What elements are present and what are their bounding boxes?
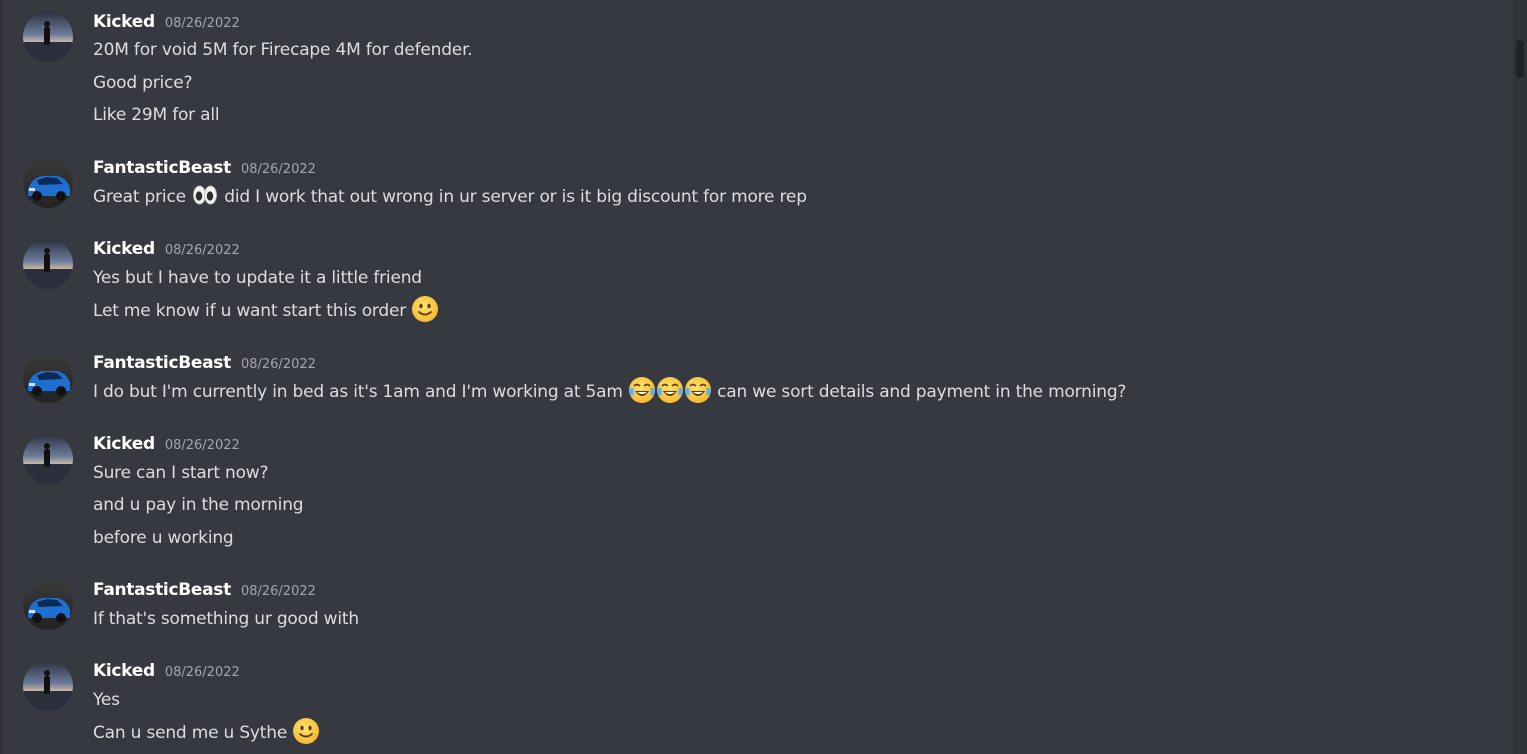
timestamp: 08/26/2022 [164, 665, 240, 680]
username[interactable]: Kicked [93, 661, 155, 681]
message-header: FantasticBeast 08/26/2022 [93, 158, 316, 182]
slightly-smiling-face-emoji[interactable] [292, 717, 320, 745]
message-text: and u pay in the morning [93, 495, 304, 515]
message-header: FantasticBeast 08/26/2022 [93, 580, 316, 604]
message-text-segment: can we sort details and payment in the m… [711, 382, 1127, 402]
timestamp: 08/26/2022 [164, 16, 240, 31]
username[interactable]: FantasticBeast [93, 158, 231, 178]
message-text: Like 29M for all [93, 105, 220, 125]
message-text-segment: Can u send me u Sythe [93, 723, 293, 743]
message-header: Kicked 08/26/2022 [93, 661, 240, 685]
silhouette-sunset-avatar[interactable] [23, 434, 73, 484]
message-text: I do but I'm currently in bed as it's 1a… [93, 376, 1127, 406]
username[interactable]: Kicked [93, 12, 155, 32]
blue-car-avatar[interactable] [23, 158, 73, 208]
blue-car-avatar[interactable] [23, 580, 73, 630]
message-text: Great price did I work that out wrong in… [93, 183, 807, 211]
message-text-segment: Great price [93, 187, 192, 207]
username[interactable]: Kicked [93, 239, 155, 259]
message-text: 20M for void 5M for Firecape 4M for defe… [93, 40, 473, 60]
message-text: Yes [93, 690, 120, 710]
timestamp: 08/26/2022 [240, 162, 316, 177]
message-header: Kicked 08/26/2022 [93, 12, 240, 36]
message-text: before u working [93, 528, 234, 548]
silhouette-sunset-avatar[interactable] [23, 239, 73, 289]
message-text-segment: I do but I'm currently in bed as it's 1a… [93, 382, 628, 402]
message-header: FantasticBeast 08/26/2022 [93, 353, 316, 377]
message-header: Kicked 08/26/2022 [93, 239, 240, 263]
panel-edge [0, 0, 3, 754]
username[interactable]: FantasticBeast [93, 353, 231, 373]
message-text: If that's something ur good with [93, 609, 359, 629]
message-text: Good price? [93, 73, 193, 93]
timestamp: 08/26/2022 [164, 243, 240, 258]
slightly-smiling-face-emoji[interactable] [411, 295, 439, 323]
timestamp: 08/26/2022 [240, 584, 316, 599]
silhouette-sunset-avatar[interactable] [23, 661, 73, 711]
scrollbar-track[interactable] [1513, 0, 1527, 754]
timestamp: 08/26/2022 [164, 438, 240, 453]
message-text: Sure can I start now? [93, 463, 269, 483]
message-header: Kicked 08/26/2022 [93, 434, 240, 458]
timestamp: 08/26/2022 [240, 357, 316, 372]
silhouette-sunset-avatar[interactable] [23, 12, 73, 62]
message-text-segment: did I work that out wrong in ur server o… [219, 187, 807, 207]
username[interactable]: FantasticBeast [93, 580, 231, 600]
message-text: Yes but I have to update it a little fri… [93, 268, 422, 288]
tears-of-joy-emoji[interactable] [656, 376, 684, 404]
message-text: Let me know if u want start this order [93, 295, 439, 325]
scrollbar-thumb[interactable] [1516, 40, 1524, 78]
message-text-segment: Let me know if u want start this order [93, 301, 412, 321]
eyes-emoji[interactable] [191, 181, 219, 209]
tears-of-joy-emoji[interactable] [628, 376, 656, 404]
username[interactable]: Kicked [93, 434, 155, 454]
tears-of-joy-emoji[interactable] [684, 376, 712, 404]
chat-message-list: Kicked 08/26/2022 20M for void 5M for Fi… [0, 0, 1527, 754]
message-text: Can u send me u Sythe [93, 717, 320, 747]
blue-car-avatar[interactable] [23, 353, 73, 403]
